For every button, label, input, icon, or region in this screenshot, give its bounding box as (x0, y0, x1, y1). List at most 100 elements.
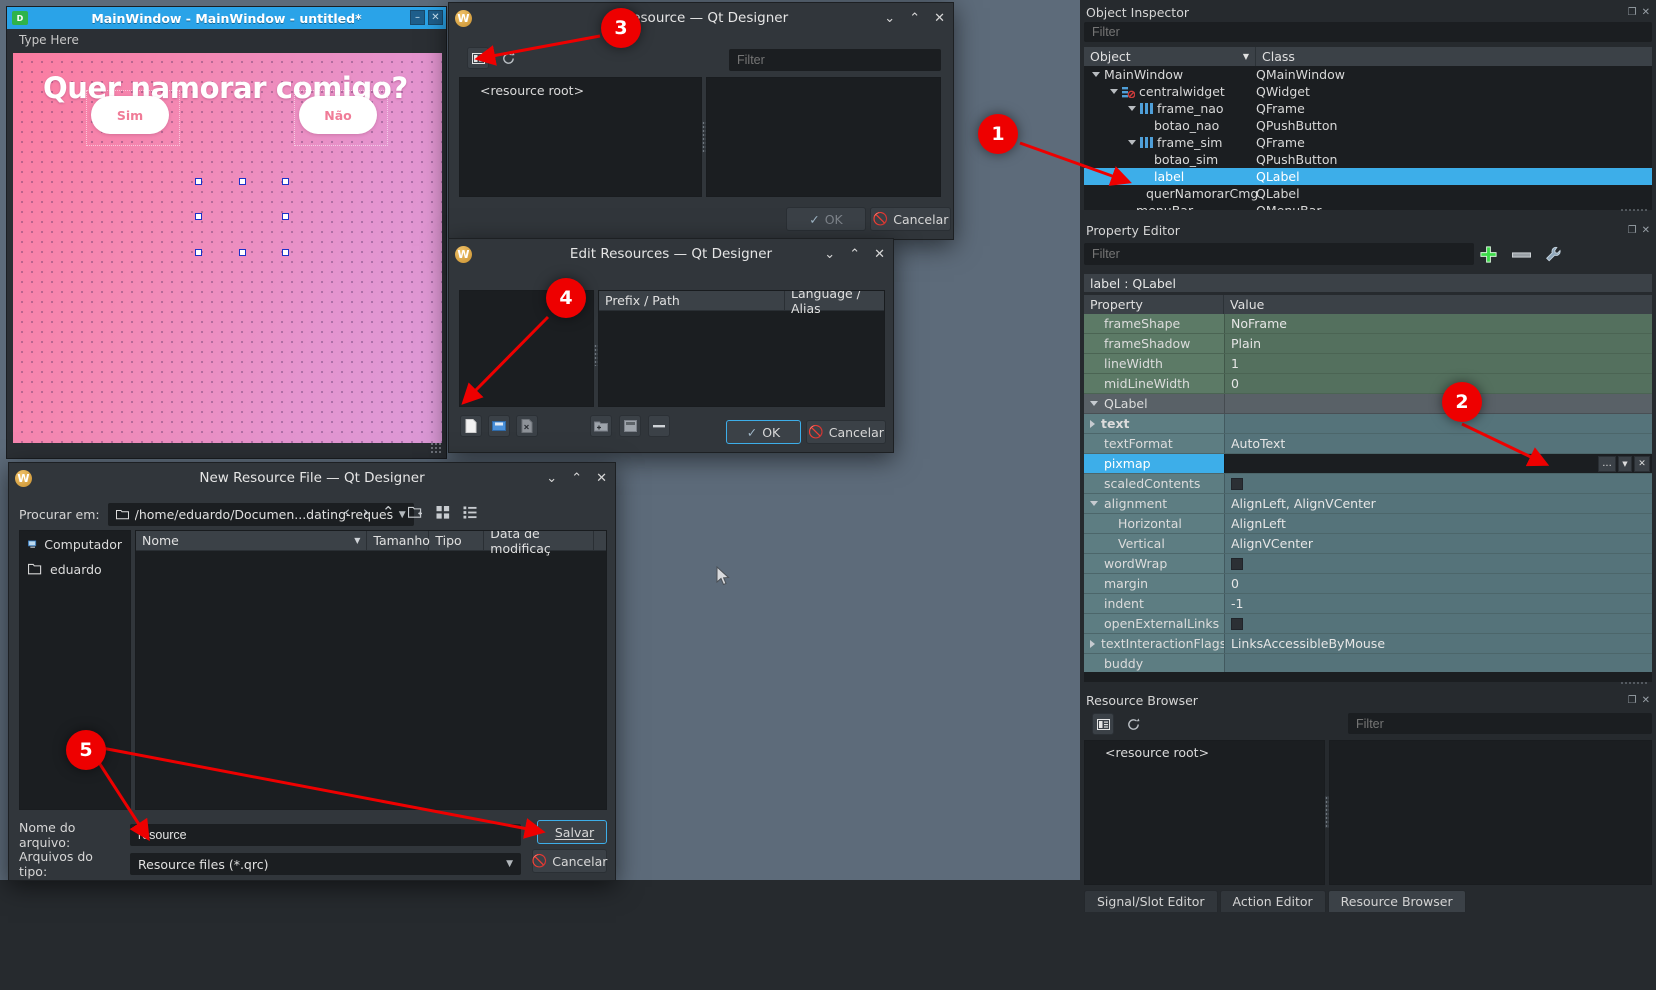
col-prefix-path[interactable]: Prefix / Path (599, 291, 785, 310)
sidebar-item-eduardo[interactable]: eduardo (20, 558, 130, 581)
property-value[interactable] (1224, 414, 1652, 433)
select-resource-filter-input[interactable] (729, 49, 941, 71)
property-value[interactable] (1224, 394, 1652, 413)
mainwindow-titlebar[interactable]: D MainWindow - MainWindow - untitled* – … (7, 7, 446, 29)
resource-root-item[interactable]: <resource root> (460, 78, 701, 100)
col-tipo[interactable]: Tipo (429, 531, 485, 550)
dock-tab-signal-slot-editor[interactable]: Signal/Slot Editor (1084, 890, 1218, 912)
property-value[interactable] (1224, 554, 1652, 573)
save-button[interactable]: Salvar (537, 820, 607, 844)
wrench-icon[interactable] (1545, 246, 1562, 263)
property-value[interactable]: AlignLeft (1224, 514, 1652, 533)
edit-resources-window-controls[interactable]: ⌄ ⌃ ✕ (824, 239, 885, 269)
selection-handle[interactable] (195, 249, 202, 256)
col-tamanho[interactable]: Tamanho (367, 531, 430, 550)
chevron-down-icon[interactable] (1128, 106, 1136, 111)
chevron-down-icon[interactable] (1092, 72, 1100, 77)
chevron-right-icon[interactable] (1090, 419, 1095, 428)
sidebar-item-computador[interactable]: Computador (20, 531, 130, 558)
close-icon[interactable]: ✕ (596, 471, 607, 486)
mainwindow-form[interactable]: D MainWindow - MainWindow - untitled* – … (6, 6, 447, 459)
property-value[interactable]: LinksAccessibleByMouse (1224, 634, 1652, 653)
reload-icon[interactable] (497, 47, 519, 69)
new-resource-file-dialog[interactable]: W New Resource File — Qt Designer ⌄ ⌃ ✕ … (8, 462, 616, 881)
property-row[interactable]: midLineWidth 0 (1084, 374, 1652, 394)
property-value[interactable]: AlignLeft, AlignVCenter (1224, 494, 1652, 513)
object-inspector-row[interactable]: frame_nao QFrame (1084, 100, 1652, 117)
property-row[interactable]: textFormat AutoText (1084, 434, 1652, 454)
property-row[interactable]: margin 0 (1084, 574, 1652, 594)
resource-root-item[interactable]: <resource root> (1085, 741, 1324, 762)
property-row[interactable]: pixmap... ▼ ✕ (1084, 454, 1652, 474)
minus-icon[interactable] (1512, 251, 1531, 258)
property-value[interactable]: 0 (1224, 574, 1652, 593)
property-row[interactable]: scaledContents (1084, 474, 1652, 494)
chevron-down-icon[interactable] (1128, 140, 1136, 145)
forward-icon[interactable]: › (363, 503, 369, 521)
close-icon[interactable]: ✕ (1642, 7, 1650, 18)
checkbox[interactable] (1231, 477, 1243, 490)
property-value[interactable]: AlignVCenter (1224, 534, 1652, 553)
chevron-right-icon[interactable] (1090, 639, 1095, 648)
prefix-path-table[interactable]: Prefix / Path Language / Alias (598, 290, 885, 407)
property-row[interactable]: frameShape NoFrame (1084, 314, 1652, 334)
property-row[interactable]: frameShadow Plain (1084, 334, 1652, 354)
menubar-type-here[interactable]: Type Here (19, 33, 79, 47)
selection-handle[interactable] (239, 178, 246, 185)
edit-resources-dialog[interactable]: W Edit Resources — Qt Designer ⌄ ⌃ ✕ Pre… (448, 238, 894, 453)
object-inspector-row[interactable]: label QLabel (1084, 168, 1652, 185)
maximize-icon[interactable]: ⌃ (909, 11, 920, 26)
pixmap-dropdown-button[interactable]: ▼ (1618, 455, 1632, 472)
object-inspector-row[interactable]: botao_nao QPushButton (1084, 117, 1652, 134)
dock-tab-action-editor[interactable]: Action Editor (1219, 890, 1326, 912)
file-list-view[interactable]: Nome ▼ Tamanho Tipo Data de modificaç (135, 530, 607, 810)
form-menubar[interactable]: Type Here (7, 29, 446, 51)
resource-browser-tree[interactable]: <resource root> (1084, 740, 1325, 885)
close-icon[interactable]: ✕ (874, 247, 885, 262)
selection-handle[interactable] (282, 249, 289, 256)
dock-controls[interactable]: ❐ ✕ (1628, 225, 1650, 236)
edit-resources-titlebar[interactable]: W Edit Resources — Qt Designer ⌄ ⌃ ✕ (449, 239, 893, 269)
resource-browser-preview[interactable] (1329, 740, 1652, 885)
property-row[interactable]: openExternalLinks (1084, 614, 1652, 634)
col-data-modificacao[interactable]: Data de modificaç (484, 531, 594, 556)
layout-icon[interactable] (467, 47, 489, 69)
checkbox[interactable] (1231, 617, 1243, 630)
select-resource-preview-list[interactable] (706, 77, 941, 197)
object-inspector-row[interactable]: querNamorarCmg QLabel (1084, 185, 1652, 202)
chevron-down-icon[interactable] (1090, 401, 1098, 406)
new-resource-file-window-controls[interactable]: ⌄ ⌃ ✕ (546, 463, 607, 493)
minimize-icon[interactable]: – (410, 10, 425, 25)
dock-controls[interactable]: ❐ ✕ (1628, 695, 1650, 706)
object-inspector-tree[interactable]: Object ▼ Class MainWindow QMainWindow cent… (1084, 47, 1652, 210)
close-icon[interactable]: ✕ (428, 10, 443, 25)
close-icon[interactable]: ✕ (1642, 225, 1650, 236)
edit-resources-cancel-button[interactable]: 🚫 Cancelar (806, 420, 886, 444)
property-row[interactable]: Vertical AlignVCenter (1084, 534, 1652, 554)
detail-view-icon[interactable] (463, 505, 477, 519)
chevron-down-icon[interactable]: ▼ (506, 859, 513, 869)
selection-handle[interactable] (282, 178, 289, 185)
mainwindow-window-controls[interactable]: – ✕ (410, 10, 443, 25)
resource-browser-filter-input[interactable] (1348, 713, 1652, 734)
object-inspector-row[interactable]: MainWindow QMainWindow (1084, 66, 1652, 83)
object-inspector-row[interactable]: frame_sim QFrame (1084, 134, 1652, 151)
parent-directory-icon[interactable]: ⌃ (382, 503, 395, 521)
form-canvas[interactable]: Quer namorar comigo? Sim Não (13, 53, 442, 443)
form-button-sim[interactable]: Sim (91, 96, 169, 134)
property-value[interactable]: ... ▼ ✕ (1224, 454, 1652, 473)
selection-handle[interactable] (195, 178, 202, 185)
new-resource-file-titlebar[interactable]: W New Resource File — Qt Designer ⌄ ⌃ ✕ (9, 463, 615, 493)
maximize-icon[interactable]: ⌃ (571, 471, 582, 486)
col-property[interactable]: Property (1084, 295, 1224, 314)
dock-resize-grip[interactable] (1620, 208, 1648, 212)
object-inspector-row[interactable]: botao_sim QPushButton (1084, 151, 1652, 168)
list-view-icon[interactable] (436, 505, 450, 519)
col-nome[interactable]: Nome ▼ (136, 531, 368, 550)
add-prefix-icon[interactable] (590, 415, 612, 437)
remove-resource-file-icon[interactable] (516, 415, 538, 437)
shade-icon[interactable]: ⌄ (824, 247, 835, 262)
select-resource-cancel-button[interactable]: 🚫 Cancelar (870, 207, 951, 231)
file-dialog-toolbar[interactable]: ‹ › ⌃ (344, 503, 477, 521)
chevron-down-icon[interactable] (1110, 89, 1118, 94)
